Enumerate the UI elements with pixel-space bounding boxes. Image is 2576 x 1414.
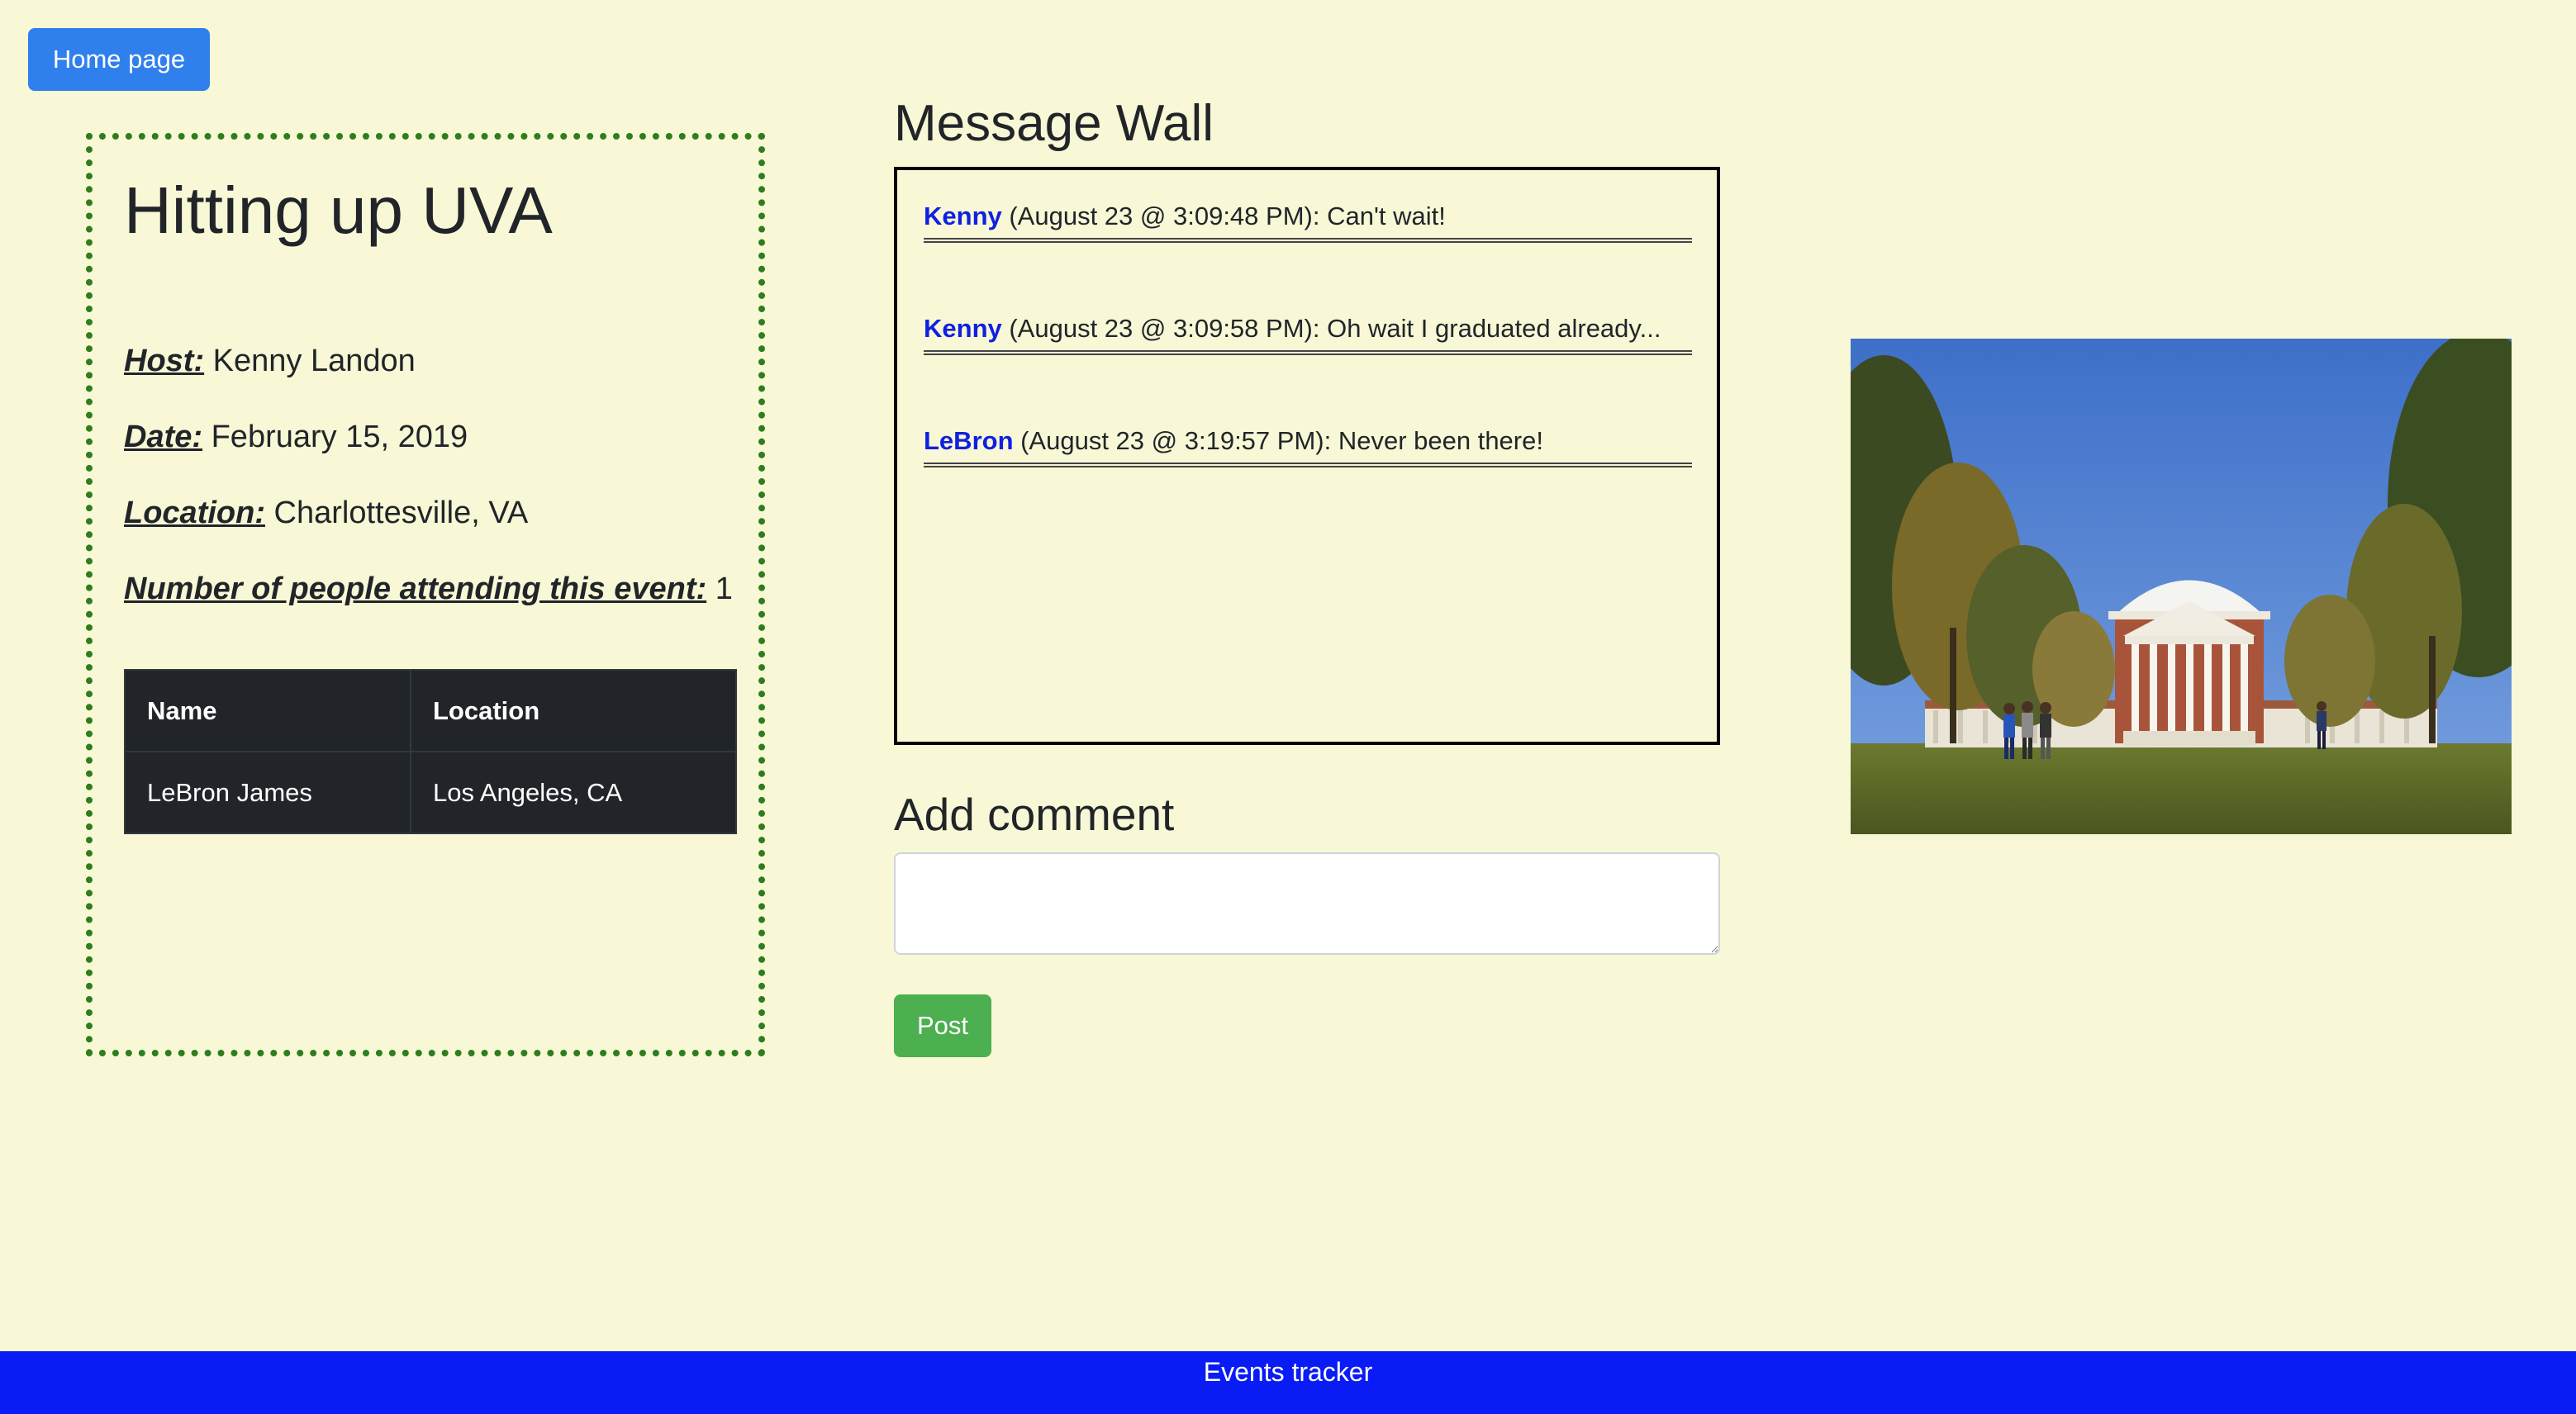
table-header-row: Name Location <box>124 669 737 752</box>
message-text: (August 23 @ 3:09:58 PM): Oh wait I grad… <box>1001 314 1661 343</box>
location-info: Location: Charlottesville, VA <box>124 492 528 534</box>
message-wall[interactable]: Kenny (August 23 @ 3:09:48 PM): Can't wa… <box>894 167 1720 745</box>
host-label: Host: <box>124 344 205 378</box>
message-wall-title: Message Wall <box>894 95 1214 152</box>
attendee-name-cell: LeBron James <box>124 751 411 834</box>
date-label: Date: <box>124 420 203 454</box>
message-item: Kenny (August 23 @ 3:09:58 PM): Oh wait … <box>924 309 1692 355</box>
message-author: LeBron <box>924 426 1014 455</box>
message-item: LeBron (August 23 @ 3:19:57 PM): Never b… <box>924 421 1692 467</box>
comment-input[interactable] <box>894 852 1720 955</box>
date-value: February 15, 2019 <box>211 420 468 454</box>
message-text: (August 23 @ 3:09:48 PM): Can't wait! <box>1001 202 1446 230</box>
column-header-name: Name <box>124 669 411 752</box>
attendee-table: Name Location LeBron James Los Angeles, … <box>124 669 737 834</box>
footer: Events tracker <box>0 1351 2576 1414</box>
message-author: Kenny <box>924 202 1002 230</box>
attendee-location-cell: Los Angeles, CA <box>410 751 737 834</box>
event-title: Hitting up UVA <box>124 173 553 247</box>
attendance-info: Number of people attending this event: 1 <box>124 568 733 610</box>
event-details-card: Hitting up UVA Host: Kenny Landon Date: … <box>86 133 765 1056</box>
date-info: Date: February 15, 2019 <box>124 416 468 458</box>
table-row: LeBron James Los Angeles, CA <box>124 751 737 834</box>
home-page-button[interactable]: Home page <box>28 28 210 91</box>
attendance-value: 1 <box>715 572 733 606</box>
host-info: Host: Kenny Landon <box>124 340 416 382</box>
footer-text: Events tracker <box>1203 1357 1373 1387</box>
add-comment-title: Add comment <box>894 789 1175 840</box>
message-author: Kenny <box>924 314 1002 343</box>
attendance-label: Number of people attending this event: <box>124 572 707 606</box>
location-label: Location: <box>124 496 265 530</box>
column-header-location: Location <box>410 669 737 752</box>
location-value: Charlottesville, VA <box>273 496 529 530</box>
message-text: (August 23 @ 3:19:57 PM): Never been the… <box>1013 426 1543 455</box>
event-photo <box>1851 339 2512 834</box>
post-button[interactable]: Post <box>894 994 991 1057</box>
message-item: Kenny (August 23 @ 3:09:48 PM): Can't wa… <box>924 197 1692 243</box>
host-value: Kenny Landon <box>212 344 416 378</box>
